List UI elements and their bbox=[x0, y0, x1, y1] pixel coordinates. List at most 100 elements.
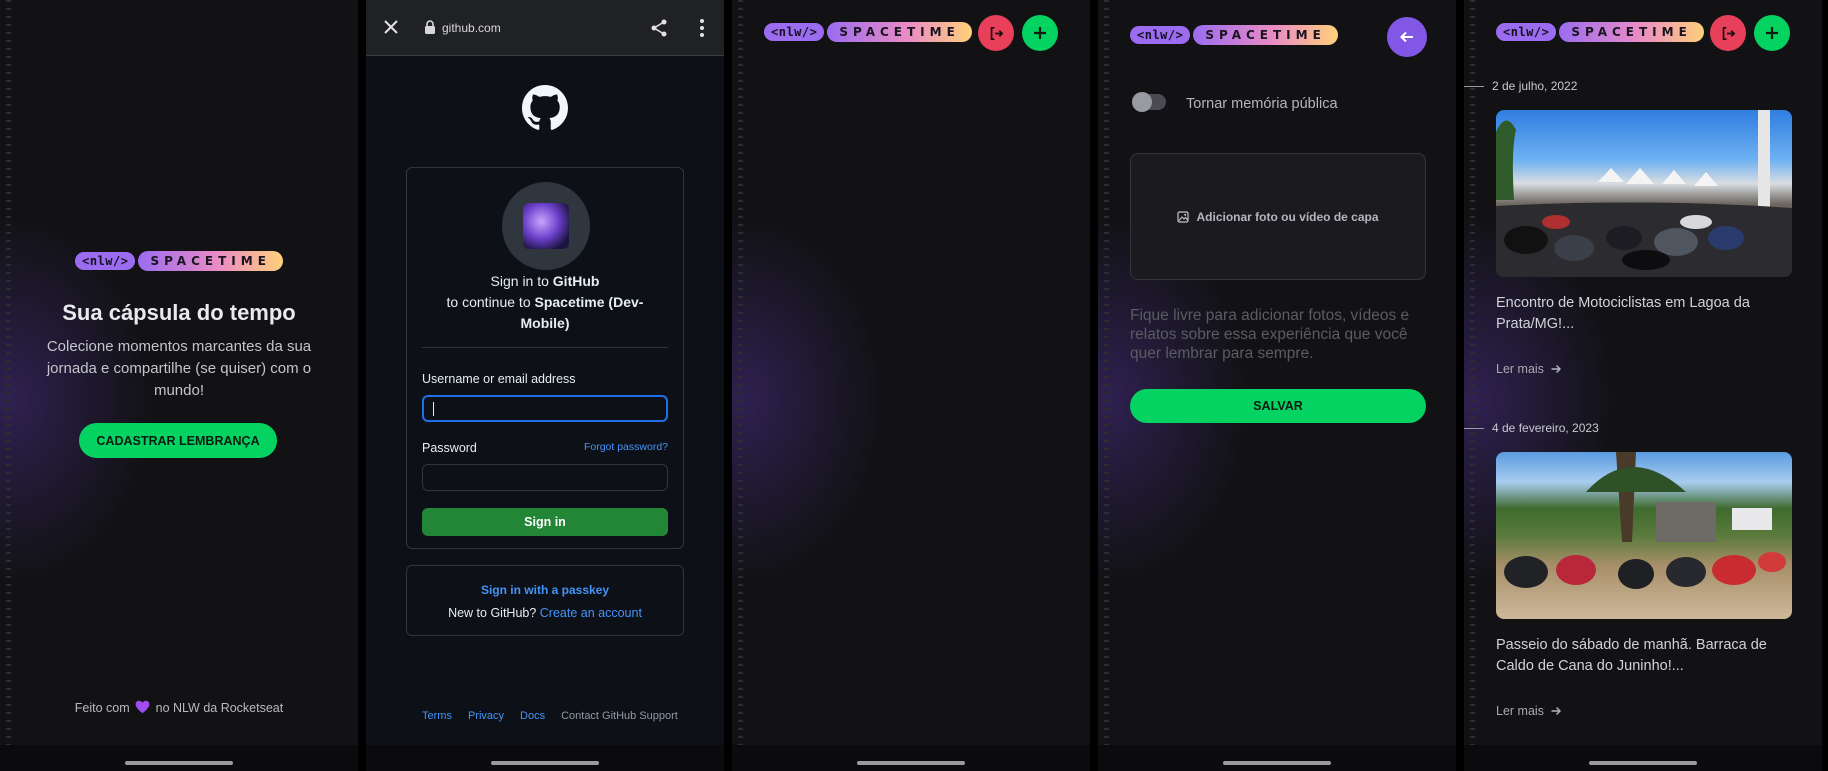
logout-icon bbox=[990, 26, 1003, 40]
sign-in-button[interactable]: Sign in bbox=[422, 508, 668, 536]
create-account-link[interactable]: Create an account bbox=[540, 606, 642, 620]
login-box: Sign in to GitHub to continue to Spaceti… bbox=[406, 167, 684, 549]
logo-word: SPACETIME bbox=[1193, 25, 1338, 45]
screen-new-memory: <nlw/> SPACETIME Tornar memória pública A… bbox=[1098, 0, 1456, 771]
memory-date: 4 de fevereiro, 2023 bbox=[1492, 421, 1599, 435]
footer-text-end: no NLW da Rocketseat bbox=[155, 701, 284, 715]
arrow-left-icon bbox=[1400, 31, 1413, 43]
oauth-app-name: Spacetime (Dev-Mobile) bbox=[520, 294, 644, 331]
spacetime-logo: <nlw/> SPACETIME bbox=[1130, 25, 1338, 45]
footer-credit: Feito com no NLW da Rocketseat bbox=[0, 700, 358, 717]
more-vert-icon[interactable] bbox=[699, 18, 705, 43]
github-page: Sign in to GitHub to continue to Spaceti… bbox=[366, 57, 724, 771]
contact-support-link[interactable]: Contact GitHub Support bbox=[561, 710, 678, 722]
add-media-text: Adicionar foto ou vídeo de capa bbox=[1196, 210, 1379, 224]
footer-text-start: Feito com bbox=[74, 701, 130, 715]
new-memory-button[interactable] bbox=[1022, 15, 1058, 51]
close-icon[interactable] bbox=[382, 18, 400, 41]
memory-content-textarea[interactable]: Fique livre para adicionar fotos, vídeos… bbox=[1130, 306, 1426, 363]
github-footer-links: Terms Privacy Docs Contact GitHub Suppor… bbox=[422, 710, 678, 722]
home-gesture-bar[interactable] bbox=[1589, 761, 1697, 765]
app-avatar-image bbox=[523, 203, 569, 249]
side-rail bbox=[738, 0, 743, 771]
text-cursor bbox=[433, 402, 434, 416]
timeline-marker bbox=[1464, 428, 1484, 429]
create-account-line: New to GitHub? Create an account bbox=[407, 606, 683, 620]
privacy-link[interactable]: Privacy bbox=[468, 710, 504, 722]
side-rail bbox=[1104, 0, 1109, 771]
side-rail bbox=[6, 0, 11, 771]
logo-tag: <nlw/> bbox=[764, 23, 825, 41]
password-input[interactable] bbox=[422, 464, 668, 491]
cover-media-picker[interactable]: Adicionar foto ou vídeo de capa bbox=[1130, 153, 1426, 280]
signin-heading: Sign in to GitHub to continue to Spaceti… bbox=[407, 271, 683, 334]
password-label: Password bbox=[422, 441, 477, 455]
logo-tag: <nlw/> bbox=[1496, 23, 1557, 41]
lock-icon bbox=[424, 20, 436, 39]
spacetime-logo: <nlw/> SPACETIME bbox=[0, 251, 358, 271]
divider bbox=[422, 347, 668, 348]
side-rail bbox=[1470, 0, 1475, 771]
alt-signin-box: Sign in with a passkey New to GitHub? Cr… bbox=[406, 565, 684, 636]
plus-icon bbox=[1766, 27, 1778, 39]
motorcycle-meeting-photo bbox=[1496, 110, 1792, 277]
toggle-knob bbox=[1132, 92, 1152, 112]
docs-link[interactable]: Docs bbox=[520, 710, 545, 722]
logout-button[interactable] bbox=[978, 15, 1014, 51]
read-more-text: Ler mais bbox=[1496, 362, 1544, 376]
new-to-github-text: New to GitHub? bbox=[448, 606, 537, 620]
share-icon[interactable] bbox=[649, 18, 669, 43]
logo-tag: <nlw/> bbox=[75, 252, 136, 270]
arrow-right-icon bbox=[1551, 365, 1561, 373]
arrow-right-icon bbox=[1551, 707, 1561, 715]
memory-cover-image[interactable] bbox=[1496, 110, 1792, 277]
save-button[interactable]: SALVAR bbox=[1130, 389, 1426, 423]
home-gesture-bar[interactable] bbox=[857, 761, 965, 765]
logo-word: SPACETIME bbox=[138, 251, 283, 271]
motorcycles-parked-photo bbox=[1504, 452, 1786, 589]
system-nav-bar bbox=[732, 745, 1090, 771]
memory-cover-image[interactable] bbox=[1496, 452, 1792, 619]
home-gesture-bar[interactable] bbox=[125, 761, 233, 765]
signin-prefix: Sign in to bbox=[490, 273, 549, 289]
username-input[interactable] bbox=[422, 395, 668, 422]
logout-icon bbox=[1722, 26, 1735, 40]
hero-title: Sua cápsula do tempo bbox=[62, 300, 296, 325]
system-nav-bar bbox=[1098, 745, 1456, 771]
back-button[interactable] bbox=[1387, 17, 1427, 57]
public-toggle[interactable] bbox=[1132, 92, 1166, 112]
home-gesture-bar[interactable] bbox=[491, 761, 599, 765]
read-more-text: Ler mais bbox=[1496, 704, 1544, 718]
screens-strip: <nlw/> SPACETIME Sua cápsula do tempo Col… bbox=[0, 0, 1828, 771]
spacetime-logo: <nlw/> SPACETIME bbox=[1496, 22, 1704, 42]
plus-icon bbox=[1034, 27, 1046, 39]
memory-date: 2 de julho, 2022 bbox=[1492, 79, 1578, 93]
logout-button[interactable] bbox=[1710, 15, 1746, 51]
browser-toolbar: github.com bbox=[366, 0, 724, 56]
purple-heart-icon bbox=[135, 700, 150, 717]
register-memory-button[interactable]: CADASTRAR LEMBRANÇA bbox=[79, 423, 277, 458]
memory-excerpt: Encontro de Motociclistas em Lagoa da Pr… bbox=[1496, 295, 1750, 332]
screen-empty-home: <nlw/> SPACETIME bbox=[732, 0, 1090, 771]
read-more-link[interactable]: Ler mais bbox=[1496, 362, 1562, 376]
signin-brand: GitHub bbox=[552, 273, 600, 289]
logo-word: SPACETIME bbox=[827, 22, 972, 42]
system-nav-bar bbox=[366, 745, 724, 771]
screen-memories-timeline: <nlw/> SPACETIME 2 de julho, 2022 Encontr… bbox=[1464, 0, 1822, 771]
spacetime-logo: <nlw/> SPACETIME bbox=[764, 22, 972, 42]
passkey-link[interactable]: Sign in with a passkey bbox=[407, 583, 683, 597]
logo-word: SPACETIME bbox=[1559, 22, 1704, 42]
read-more-link[interactable]: Ler mais bbox=[1496, 704, 1562, 718]
app-avatar bbox=[502, 182, 590, 270]
username-label: Username or email address bbox=[422, 372, 576, 386]
forgot-password-link[interactable]: Forgot password? bbox=[584, 441, 668, 453]
add-media-label: Adicionar foto ou vídeo de capa bbox=[1131, 210, 1425, 224]
new-memory-button[interactable] bbox=[1754, 15, 1790, 51]
home-gesture-bar[interactable] bbox=[1223, 761, 1331, 765]
system-nav-bar bbox=[0, 745, 358, 771]
url-text[interactable]: github.com bbox=[442, 21, 501, 35]
screen-welcome: <nlw/> SPACETIME Sua cápsula do tempo Col… bbox=[0, 0, 358, 771]
terms-link[interactable]: Terms bbox=[422, 710, 452, 722]
system-nav-bar bbox=[1464, 745, 1822, 771]
hero-description: Colecione momentos marcantes da sua jorn… bbox=[46, 338, 312, 399]
